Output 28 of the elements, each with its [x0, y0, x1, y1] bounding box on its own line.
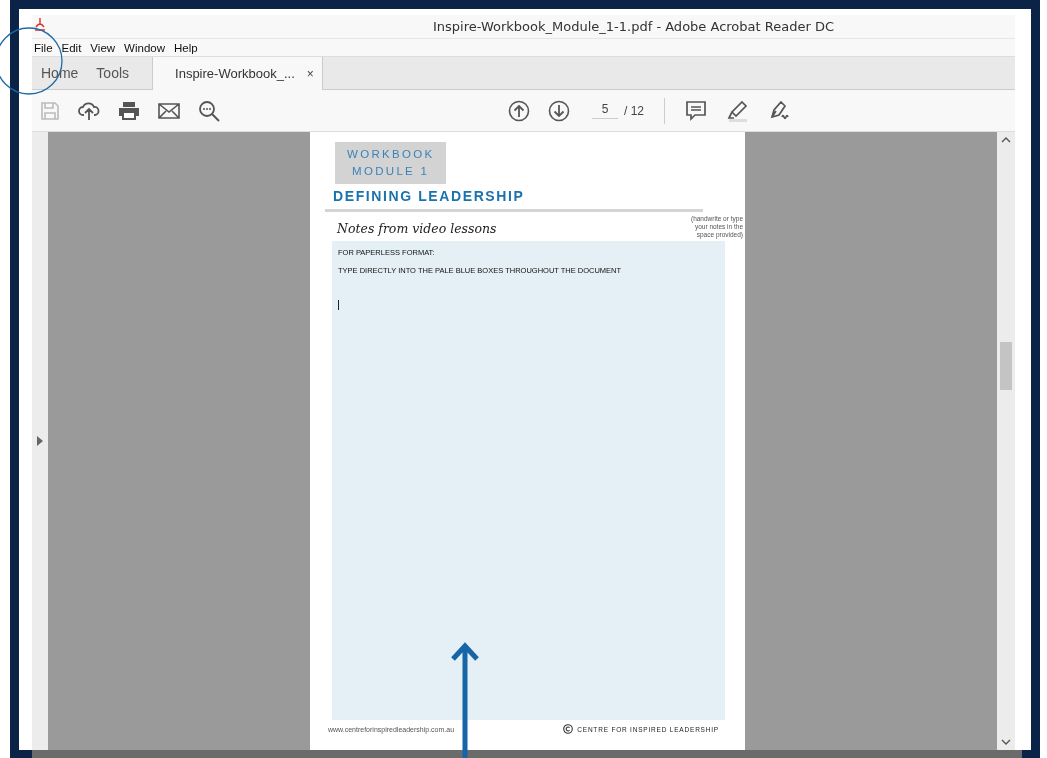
cloud-upload-icon[interactable] [78, 100, 100, 121]
mail-icon[interactable] [158, 101, 180, 120]
menu-item[interactable]: View [90, 41, 116, 54]
menu-item[interactable]: File [34, 41, 53, 54]
next-page-icon[interactable] [548, 99, 570, 122]
window-title: Inspire-Workbook_Module_1-1.pdf - Adobe Acrobat Reader DC [433, 19, 834, 34]
search-icon[interactable] [198, 99, 220, 122]
copyright-icon [563, 724, 574, 734]
tab[interactable]: Tools [87, 57, 139, 89]
menu-item[interactable]: Window [124, 41, 165, 54]
tab[interactable]: Inspire-Workbook_... × [152, 57, 323, 90]
scroll-down-icon[interactable] [1001, 738, 1011, 746]
module-badge: WORKBOOK MODULE 1 [335, 142, 447, 184]
print-icon[interactable] [118, 100, 140, 121]
page-number-field[interactable]: 5 [592, 102, 618, 119]
expand-icon[interactable] [37, 436, 43, 446]
close-tab-button[interactable]: × [306, 66, 314, 81]
app-logo-icon [34, 17, 46, 31]
menu-item[interactable]: Edit [61, 41, 82, 54]
scroll-up-icon[interactable] [1001, 136, 1011, 144]
page-total: / 12 [624, 103, 644, 118]
menu-item[interactable]: Help [174, 41, 198, 54]
highlighter-icon[interactable] [725, 99, 749, 122]
previous-page-icon[interactable] [508, 99, 530, 122]
scroll-thumb[interactable] [1000, 342, 1012, 390]
section-title: Notes from video lessons [337, 221, 497, 236]
comment-icon[interactable] [685, 99, 707, 122]
page-heading: DEFINING LEADERSHIP [333, 188, 526, 204]
